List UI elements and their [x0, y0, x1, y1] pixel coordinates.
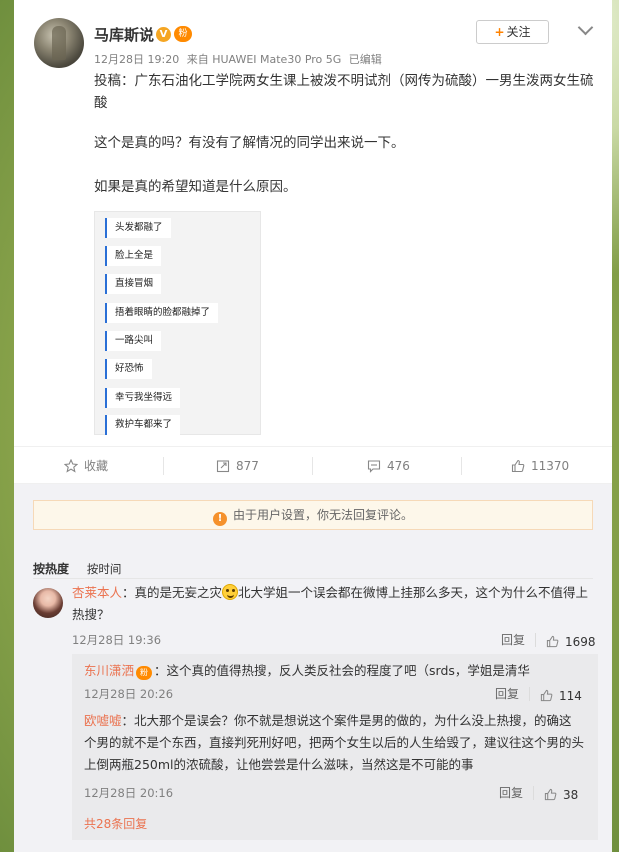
notice-text: 由于用户设置，你无法回复评论。	[232, 508, 413, 522]
verified-icon: V	[156, 27, 171, 42]
commenter-avatar[interactable]	[33, 588, 63, 618]
divider	[533, 786, 534, 800]
favorite-button[interactable]: 收藏	[64, 447, 108, 485]
post: 马库斯说 V 粉 12月28日 19:20 来自 HUAWEI Mate30 P…	[14, 0, 612, 446]
reply-like-count: 114	[559, 689, 582, 703]
warning-icon: !	[212, 512, 227, 526]
thumbs-up-icon	[546, 635, 559, 648]
commenter-username[interactable]: 杏莱本人	[72, 585, 122, 600]
action-bar: 收藏 877 476 11370	[14, 446, 612, 484]
divider	[461, 457, 462, 475]
reply-like-count: 38	[563, 788, 579, 802]
chat-bubble: 头发都融了	[105, 218, 171, 238]
chat-bubble: 幸亏我坐得远	[105, 388, 181, 408]
chat-bubble: 一路尖叫	[105, 331, 162, 351]
chat-bubble: 脸上全是	[105, 246, 162, 266]
post-username[interactable]: 马库斯说	[94, 24, 154, 45]
divider	[312, 457, 313, 475]
reply-like-button[interactable]: 114	[540, 685, 582, 704]
reply-body: ：这个真的值得热搜，反人类反社会的程度了吧（srds，学姐是清华	[154, 663, 530, 678]
fan-badge-icon: 粉	[174, 26, 192, 42]
favorite-label: 收藏	[84, 459, 109, 473]
comment-like-count: 1698	[565, 635, 596, 649]
tab-sort-time[interactable]: 按时间	[87, 562, 122, 576]
smile-emoji-icon	[222, 584, 239, 600]
chevron-down-icon[interactable]	[577, 19, 594, 36]
more-replies-link[interactable]: 共28条回复	[84, 815, 147, 832]
reply-like-button[interactable]: 38	[544, 784, 578, 803]
comment-count: 476	[387, 459, 410, 473]
fan-badge-icon: 粉	[136, 666, 153, 680]
comment-like-button[interactable]: 1698	[546, 631, 596, 650]
like-button[interactable]: 11370	[511, 447, 569, 485]
follow-label: 关注	[506, 25, 531, 39]
thumbs-up-icon	[544, 788, 557, 801]
chat-bubble: 救护车都来了	[105, 415, 181, 435]
reply-username[interactable]: 欧嘘嘘	[84, 713, 122, 728]
star-icon	[64, 459, 78, 473]
repost-icon	[216, 460, 230, 473]
chat-bubble: 直接冒烟	[105, 274, 162, 294]
reply-text: 欧嘘嘘：北大那个是误会？你不就是想说这个案件是男的做的，为什么没上热搜，的确这个…	[84, 710, 584, 776]
post-text-line: 这个是真的吗？有没有了解情况的同学出来说一下。	[94, 135, 405, 151]
post-text: 投稿：广东石油化工学院两女生课上被泼不明试剂（网传为硫酸）一男生泼两女生硫酸 这…	[94, 70, 604, 220]
follow-button[interactable]: + 关注	[476, 20, 549, 44]
repost-button[interactable]: 877	[216, 447, 259, 485]
reply-text: 东川潇洒粉：这个真的值得热搜，反人类反社会的程度了吧（srds，学姐是清华	[84, 660, 584, 682]
post-meta: 12月28日 19:20 来自 HUAWEI Mate30 Pro 5G 已编辑	[94, 51, 386, 67]
reply-time: 12月28日 20:16	[84, 786, 174, 800]
post-text-line: 投稿：广东石油化工学院两女生课上被泼不明试剂（网传为硫酸）一男生泼两女生硫酸	[94, 73, 594, 111]
reply-body: ：北大那个是误会？你不就是想说这个案件是男的做的，为什么没上热搜，的确这个男的就…	[84, 713, 585, 772]
divider	[33, 578, 593, 579]
post-text-line: 如果是真的希望知道是什么原因。	[94, 179, 297, 195]
plus-icon: +	[494, 25, 505, 39]
divider	[163, 457, 164, 475]
reply-disabled-notice: ! 由于用户设置，你无法回复评论。	[33, 500, 593, 530]
user-avatar[interactable]	[34, 18, 84, 68]
comment-text: 杏莱本人：真的是无妄之灾 北大学姐一个误会都在微博上挂那么多天，这个为什么不值得上…	[72, 582, 598, 626]
reply-time: 12月28日 20:26	[84, 687, 174, 701]
comment-reply-button[interactable]: 回复	[501, 631, 525, 648]
weibo-card: 马库斯说 V 粉 12月28日 19:20 来自 HUAWEI Mate30 P…	[14, 0, 612, 852]
sort-tabs: 按热度 按时间	[33, 560, 121, 577]
tab-sort-hot[interactable]: 按热度	[33, 562, 69, 576]
comment-body-a: ：真的是无妄之灾	[122, 585, 223, 600]
reply-username[interactable]: 东川潇洒	[84, 663, 134, 678]
post-edited[interactable]: 已编辑	[349, 53, 382, 66]
divider	[535, 633, 536, 647]
comment-icon	[367, 460, 381, 473]
divider	[529, 687, 530, 701]
thumbs-up-icon	[540, 689, 553, 702]
repost-count: 877	[236, 459, 259, 473]
chat-bubble: 好恐怖	[105, 359, 152, 379]
post-source: 来自 HUAWEI Mate30 Pro 5G	[186, 53, 342, 66]
post-date[interactable]: 12月28日 19:20	[94, 53, 179, 66]
comment-button[interactable]: 476	[367, 447, 410, 485]
chat-bubble: 捂着眼睛的脸都融掉了	[105, 303, 219, 323]
comment-time: 12月28日 19:36	[72, 633, 162, 647]
comments-section: ! 由于用户设置，你无法回复评论。 按热度 按时间 杏莱本人：真的是无妄之灾 北大学…	[14, 484, 612, 852]
post-image[interactable]: 头发都融了 脸上全是 直接冒烟 捂着眼睛的脸都融掉了 一路尖叫 好恐怖 幸亏我坐…	[94, 211, 261, 435]
like-count: 11370	[531, 459, 570, 473]
reply-reply-button[interactable]: 回复	[499, 784, 523, 801]
thumbs-up-icon	[511, 459, 525, 473]
reply-reply-button[interactable]: 回复	[495, 685, 519, 702]
reply-thread: 东川潇洒粉：这个真的值得热搜，反人类反社会的程度了吧（srds，学姐是清华 12…	[72, 654, 598, 840]
